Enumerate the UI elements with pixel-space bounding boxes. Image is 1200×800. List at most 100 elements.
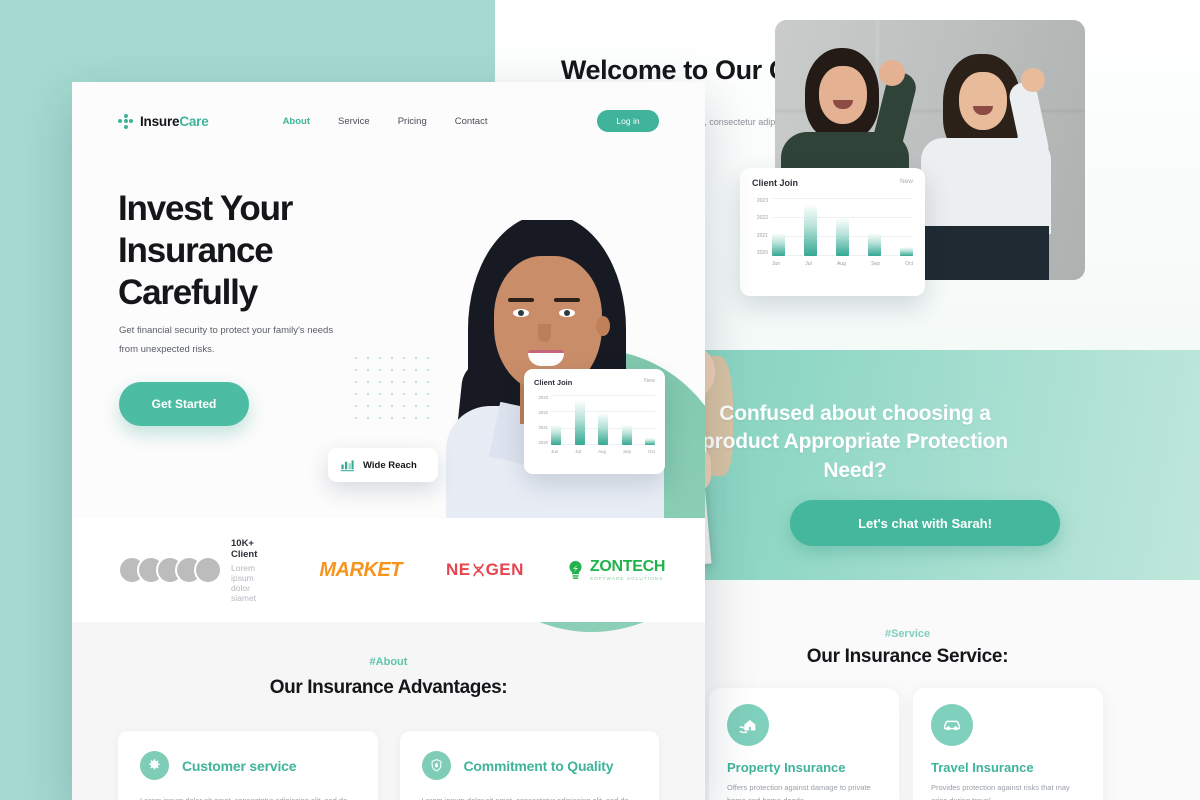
advantage-card-desc: Lorem ipsum dolor sit amet, consectetur … [422, 793, 638, 800]
advantage-card-name: Customer service [182, 757, 297, 774]
x-tick-label: Oct [905, 261, 913, 267]
chat-with-sarah-button[interactable]: Let's chat with Sarah! [790, 500, 1060, 546]
service-card-property-insurance[interactable]: Property Insurance Offers protection aga… [709, 688, 899, 800]
logo-market: MARKET [319, 558, 402, 581]
wide-reach-label: Wide Reach [363, 459, 417, 471]
y-tick-label: 2021 [756, 232, 768, 239]
person-one-face [819, 66, 867, 124]
bg-client-join-chart-card: Client Join New 2023 2022 2021 2020 Jun Jul A… [740, 168, 925, 296]
hero-section: Invest Your Insurance Carefully Get fina… [72, 160, 705, 632]
chart-bar-oct [900, 247, 913, 256]
house-in-hand-icon [727, 704, 769, 746]
hero-subtext: Get financial security to protect your f… [119, 325, 334, 355]
chart-bar-jul [574, 400, 585, 445]
y-tick-label: 2020 [756, 249, 768, 256]
chart-bar-aug [836, 218, 849, 256]
insurecare-logo-icon [118, 113, 133, 129]
client-count-label: 10K+ Client [231, 537, 258, 560]
bg-chart-x-axis: Jun Jul Aug Sep Oct [772, 256, 913, 267]
brand-name: InsureCare [140, 114, 209, 129]
chart-y-axis: 2023 2022 2021 2020 [534, 395, 551, 445]
y-tick-label: 2023 [756, 198, 768, 204]
y-tick-label: 2021 [538, 425, 548, 430]
y-tick-label: 2022 [538, 410, 548, 415]
advantage-card-customer-service[interactable]: Customer service Lorem ipsum dolor sit a… [118, 731, 378, 800]
portrait-nose [538, 324, 551, 342]
portrait-eye-left [513, 309, 529, 317]
bg-chart-y-axis: 2023 2022 2021 2020 [752, 198, 772, 256]
wide-reach-badge: Wide Reach [328, 448, 438, 482]
nav-link-service[interactable]: Service [338, 116, 370, 127]
x-tick-label: Sep [871, 261, 880, 267]
chart-x-axis: Jun Jul Aug Sep Oct [551, 445, 655, 454]
portrait-ear [596, 316, 610, 336]
bar-chart-icon [340, 459, 355, 471]
person-two-skirt [925, 226, 1049, 280]
logo-zontech-name: ZONTECH [589, 557, 666, 575]
main-landing-page-card: InsureCare About Service Pricing Contact… [72, 82, 705, 800]
person-one-fist [879, 60, 905, 86]
x-tick-label: Jun [772, 261, 781, 267]
chart-bar-oct [645, 437, 655, 445]
car-icon [931, 704, 973, 746]
nav-link-contact[interactable]: Contact [455, 116, 488, 127]
bg-chart-title: Client Join [752, 178, 799, 188]
about-title: Our Insurance Advantages: [269, 677, 508, 698]
advantage-card-desc: Lorem ipsum dolor sit amet, consectetur … [140, 793, 356, 800]
client-count-sub: Lorem ipsum dolor siamet [231, 562, 257, 603]
nav-link-about[interactable]: About [283, 116, 310, 127]
logo-nexgen-text-end: GEN [485, 560, 524, 579]
logo-nexgen-text: NE [445, 560, 471, 579]
nav-link-pricing[interactable]: Pricing [398, 116, 427, 127]
get-started-button[interactable]: Get Started [119, 382, 249, 426]
x-tick-label: Jun [551, 449, 559, 454]
navigation-bar: InsureCare About Service Pricing Contact… [72, 82, 705, 160]
chart-new-label[interactable]: New [644, 378, 655, 384]
lightbulb-icon [569, 560, 582, 579]
x-tick-label: Aug [836, 261, 846, 267]
service-card-travel-insurance[interactable]: Travel Insurance Provides protection aga… [913, 688, 1103, 800]
avatar [194, 556, 222, 584]
advantage-card-commitment-to-quality[interactable]: Commitment to Quality Lorem ipsum dolor … [399, 731, 659, 800]
chart-bar-jun [772, 232, 785, 256]
x-tick-label: Jul [575, 449, 581, 454]
about-tag: #About [369, 656, 408, 668]
dna-helix-icon [472, 563, 484, 577]
advantage-card-name: Commitment to Quality [463, 757, 614, 774]
advantage-card-list: Customer service Lorem ipsum dolor sit a… [72, 699, 705, 800]
service-card-name: Travel Insurance [931, 760, 1034, 775]
clients-strip: 10K+ Client Lorem ipsum dolor siamet MAR… [72, 518, 705, 622]
x-tick-label: Aug [598, 449, 606, 454]
gear-icon [140, 751, 169, 780]
y-tick-label: 2020 [538, 440, 548, 445]
portrait-smile [528, 350, 564, 366]
client-join-chart-card: Client Join New 2023 2022 2021 2020 Jun Jul A… [524, 369, 665, 474]
portrait-eyebrow-left [508, 298, 534, 302]
x-tick-label: Oct [648, 449, 655, 454]
y-tick-label: 2022 [756, 215, 768, 222]
login-button[interactable]: Log in [597, 110, 659, 132]
bg-chart-new-label[interactable]: New [900, 178, 913, 185]
chart-bars [551, 395, 655, 445]
shield-leaf-icon [421, 751, 451, 780]
person-two-fist [1021, 68, 1045, 92]
chart-bar-aug [598, 412, 608, 445]
chart-bar-jun [551, 425, 561, 445]
brand-name-first: Insure [140, 113, 180, 129]
client-count-block: 10K+ Client Lorem ipsum dolor siamet [231, 538, 257, 603]
chart-bar-sep [868, 232, 881, 256]
brand-logo[interactable]: InsureCare [118, 113, 209, 129]
person-two-face [959, 72, 1007, 130]
chart-bar-jul [804, 203, 817, 256]
x-tick-label: Jul [805, 261, 812, 267]
cta-heading: Confused about choosing a product Approp… [702, 402, 1008, 482]
about-section: #About Our Insurance Advantages: Custome… [72, 622, 705, 800]
portrait-eyebrow-right [554, 298, 580, 302]
portrait-eye-right [559, 309, 575, 317]
x-tick-label: Sep [623, 449, 631, 454]
service-card-desc: Offers protection against damage to priv… [727, 783, 871, 800]
logo-nexgen: NE GEN [446, 560, 524, 580]
y-tick-label: 2023 [538, 395, 548, 400]
chart-title: Client Join [534, 378, 573, 387]
client-avatar-stack [118, 556, 222, 584]
